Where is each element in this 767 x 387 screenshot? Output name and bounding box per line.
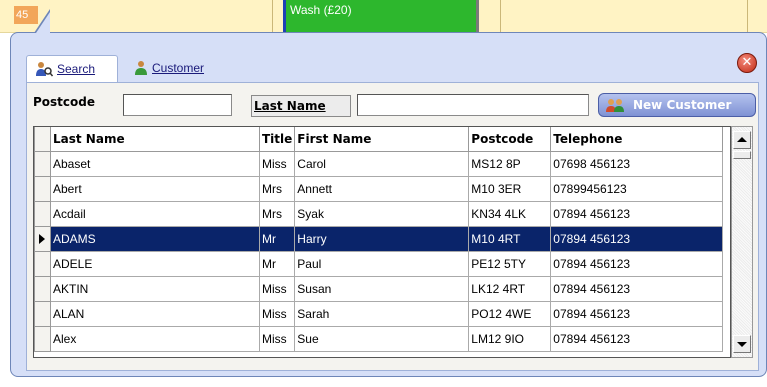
column-divider [747, 0, 748, 32]
row-indicator[interactable] [34, 326, 51, 352]
cell-postcode[interactable]: KN34 4LK [468, 201, 552, 227]
table-row[interactable]: ADELE Mr Paul PE12 5TY 07894 456123 [34, 251, 724, 277]
cell-title[interactable]: Miss [258, 276, 296, 302]
cell-last-name[interactable]: ALAN [50, 301, 260, 327]
table-row[interactable]: ADAMS Mr Harry M10 4RT 07894 456123 [34, 226, 724, 252]
table-row[interactable]: Acdail Mrs Syak KN34 4LK 07894 456123 [34, 201, 724, 227]
cell-title[interactable]: Miss [258, 151, 296, 177]
cell-postcode[interactable]: LM12 9IO [468, 326, 552, 352]
popup-pointer-fill [36, 12, 50, 33]
row-indicator[interactable] [34, 226, 51, 252]
cell-first-name[interactable]: Carol [294, 151, 470, 177]
row-indicator[interactable] [34, 151, 51, 177]
tab-customer[interactable]: Customer [124, 55, 234, 82]
close-icon: ✕ [741, 55, 753, 70]
cell-last-name[interactable]: ADELE [50, 251, 260, 277]
column-header-first-name[interactable]: First Name [294, 127, 470, 152]
users-search-icon [36, 62, 53, 77]
customer-grid: Last Name Title First Name Postcode Tele… [33, 126, 731, 358]
cell-telephone[interactable]: 07894 456123 [550, 201, 724, 227]
scroll-down-button[interactable] [733, 335, 751, 353]
appointment-block[interactable]: Wash (£20) [283, 0, 479, 32]
cell-title[interactable]: Mrs [258, 201, 296, 227]
cell-last-name[interactable]: AKTIN [50, 276, 260, 302]
cell-first-name[interactable]: Harry [294, 226, 470, 252]
table-row[interactable]: ALAN Miss Sarah PO12 4WE 07894 456123 [34, 301, 724, 327]
cell-postcode[interactable]: MS12 8P [468, 151, 552, 177]
appointment-label: Wash (£20) [290, 3, 352, 17]
cell-telephone[interactable]: 07698 456123 [550, 151, 724, 177]
cell-last-name[interactable]: Abert [50, 176, 260, 202]
cell-first-name[interactable]: Syak [294, 201, 470, 227]
cell-title[interactable]: Miss [258, 326, 296, 352]
vertical-scrollbar[interactable] [731, 126, 753, 358]
add-users-icon [606, 99, 624, 112]
current-row-arrow-icon [39, 234, 45, 244]
cell-first-name[interactable]: Sue [294, 326, 470, 352]
cell-first-name[interactable]: Sarah [294, 301, 470, 327]
cell-title[interactable]: Miss [258, 301, 296, 327]
scroll-up-button[interactable] [733, 131, 751, 149]
new-customer-label: New Customer [633, 98, 732, 112]
cell-telephone[interactable]: 07894 456123 [550, 326, 724, 352]
cell-telephone[interactable]: 07899456123 [550, 176, 724, 202]
row-indicator-header [34, 127, 51, 152]
cell-first-name[interactable]: Annett [294, 176, 470, 202]
cell-title[interactable]: Mrs [258, 176, 296, 202]
cell-telephone[interactable]: 07894 456123 [550, 251, 724, 277]
cell-title[interactable]: Mr [258, 226, 296, 252]
row-indicator[interactable] [34, 201, 51, 227]
column-divider [500, 0, 501, 32]
row-indicator[interactable] [34, 176, 51, 202]
postcode-label: Postcode [33, 95, 96, 109]
table-row[interactable]: Abaset Miss Carol MS12 8P 07698 456123 [34, 151, 724, 177]
column-header-last-name[interactable]: Last Name [50, 127, 260, 152]
cell-postcode[interactable]: M10 3ER [468, 176, 552, 202]
user-icon [135, 61, 147, 75]
tab-search[interactable]: Search [26, 55, 118, 82]
postcode-input[interactable] [123, 94, 232, 116]
cell-first-name[interactable]: Paul [294, 251, 470, 277]
cell-telephone[interactable]: 07894 456123 [550, 226, 724, 252]
cell-postcode[interactable]: M10 4RT [468, 226, 552, 252]
customer-table: Last Name Title First Name Postcode Tele… [34, 127, 724, 352]
close-button[interactable]: ✕ [737, 53, 757, 73]
cell-last-name[interactable]: Alex [50, 326, 260, 352]
column-header-telephone[interactable]: Telephone [550, 127, 724, 152]
cell-last-name[interactable]: Abaset [50, 151, 260, 177]
tab-search-label: Search [57, 62, 96, 76]
tab-customer-label: Customer [152, 61, 205, 75]
scroll-thumb[interactable] [733, 151, 751, 159]
cell-postcode[interactable]: PE12 5TY [468, 251, 552, 277]
lastname-input[interactable] [357, 94, 589, 116]
cell-last-name[interactable]: Acdail [50, 201, 260, 227]
row-indicator[interactable] [34, 301, 51, 327]
lastname-label: Last Name [251, 95, 351, 117]
column-header-title[interactable]: Title [258, 127, 296, 152]
column-divider [272, 0, 273, 32]
table-header-row: Last Name Title First Name Postcode Tele… [34, 127, 724, 152]
cell-postcode[interactable]: PO12 4WE [468, 301, 552, 327]
new-customer-button[interactable]: New Customer [598, 93, 756, 117]
calendar-strip: 45 Wash (£20) [0, 0, 767, 33]
row-indicator[interactable] [34, 251, 51, 277]
table-row[interactable]: AKTIN Miss Susan LK12 4RT 07894 456123 [34, 276, 724, 302]
cell-postcode[interactable]: LK12 4RT [468, 276, 552, 302]
row-indicator[interactable] [34, 276, 51, 302]
table-body: Abaset Miss Carol MS12 8P 07698 456123 Abert M… [34, 151, 724, 352]
cell-last-name[interactable]: ADAMS [50, 226, 260, 252]
cell-telephone[interactable]: 07894 456123 [550, 301, 724, 327]
column-header-postcode[interactable]: Postcode [468, 127, 552, 152]
cell-first-name[interactable]: Susan [294, 276, 470, 302]
cell-telephone[interactable]: 07894 456123 [550, 276, 724, 302]
cell-title[interactable]: Mr [258, 251, 296, 277]
table-row[interactable]: Alex Miss Sue LM12 9IO 07894 456123 [34, 326, 724, 352]
table-row[interactable]: Abert Mrs Annett M10 3ER 07899456123 [34, 176, 724, 202]
